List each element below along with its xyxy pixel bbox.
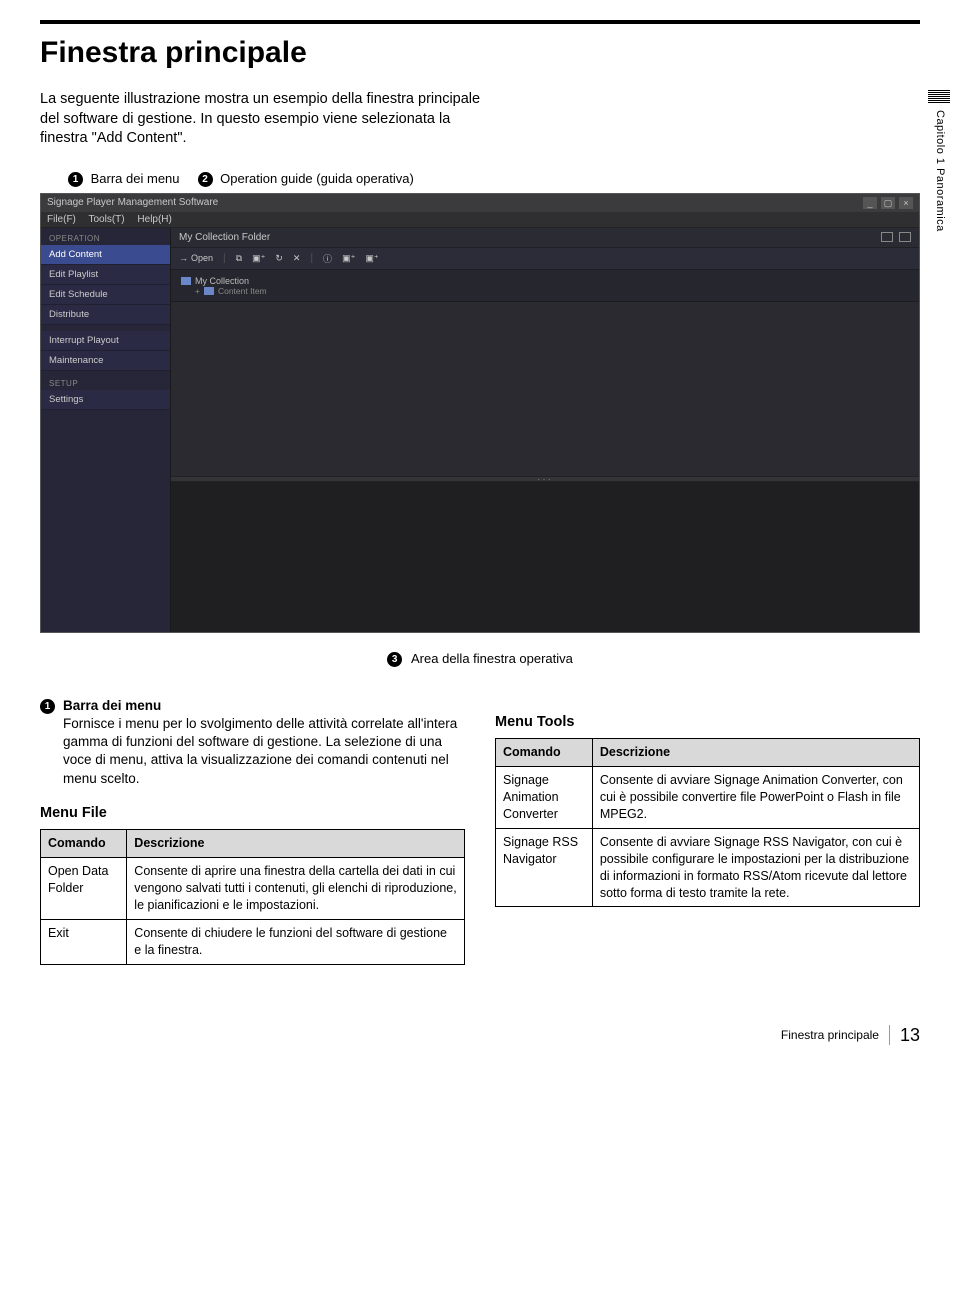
bottom-pane	[171, 482, 919, 632]
callout-3: 3 Area della finestra operativa	[40, 651, 920, 667]
cmd-cell: Signage Animation Converter	[496, 767, 593, 829]
toolbar-sep: |	[223, 253, 226, 264]
main-area: My Collection Folder → Open | ⧉ ▣⁺ ↻ ✕ |…	[171, 228, 919, 632]
right-column: Menu Tools Comando Descrizione Signage A…	[495, 697, 920, 965]
tree-child-label: Content Item	[218, 286, 267, 296]
callout-2: 2 Operation guide (guida operativa)	[198, 171, 414, 187]
sidebar-item-add-content[interactable]: Add Content	[41, 245, 170, 265]
callout-1: 1 Barra dei menu	[68, 171, 180, 187]
sidebar-item-maintenance[interactable]: Maintenance	[41, 351, 170, 371]
folder-icon	[204, 287, 214, 295]
app-window: Signage Player Management Software _ ▢ ×…	[40, 193, 920, 633]
page-footer: Finestra principale 13	[40, 1025, 920, 1046]
section-1-body: Fornisce i menu per lo svolgimento delle…	[63, 716, 457, 786]
table-row: Signage RSS Navigator Consente di avviar…	[496, 828, 920, 907]
toolbar-sep2: |	[310, 253, 313, 264]
toolbar-icon-b[interactable]: ▣⁺	[365, 253, 378, 264]
table-row: Exit Consente di chiudere le funzioni de…	[41, 919, 465, 964]
chapter-side-label: Capitolo 1 Panoramica	[934, 110, 946, 232]
page-title: Finestra principale	[40, 36, 920, 70]
callout-2-marker: 2	[198, 172, 213, 187]
cmd-cell: Signage RSS Navigator	[496, 828, 593, 907]
callouts-top: 1 Barra dei menu 2 Operation guide (guid…	[40, 171, 920, 187]
titlebar: Signage Player Management Software _ ▢ ×	[41, 194, 919, 212]
content-area	[171, 302, 919, 476]
view-icons	[881, 232, 911, 242]
sidebar-item-edit-playlist[interactable]: Edit Playlist	[41, 265, 170, 285]
col-descrizione: Descrizione	[127, 830, 465, 858]
folder-icon	[181, 277, 191, 285]
tree-root-label: My Collection	[195, 276, 249, 286]
minimize-button[interactable]: _	[863, 197, 877, 209]
table-row: Open Data Folder Consente di aprire una …	[41, 858, 465, 920]
table-header-row: Comando Descrizione	[41, 830, 465, 858]
sidebar-header-operation: OPERATION	[41, 232, 170, 245]
toolbar-open-label: Open	[191, 253, 213, 263]
desc-cell: Consente di chiudere le funzioni del sof…	[127, 919, 465, 964]
intro-paragraph: La seguente illustrazione mostra un esem…	[40, 90, 500, 149]
menu-file-heading: Menu File	[40, 804, 465, 824]
footer-divider	[889, 1025, 890, 1045]
sidebar: OPERATION Add Content Edit Playlist Edit…	[41, 228, 171, 632]
window-buttons: _ ▢ ×	[863, 197, 913, 209]
section-1: 1 Barra dei menu Fornisce i menu per lo …	[40, 697, 465, 788]
left-column: 1 Barra dei menu Fornisce i menu per lo …	[40, 697, 465, 965]
col-comando: Comando	[496, 739, 593, 767]
toolbar-open[interactable]: → Open	[179, 253, 213, 263]
desc-cell: Consente di aprire una finestra della ca…	[127, 858, 465, 920]
toolbar-new-folder-icon[interactable]: ▣⁺	[252, 253, 265, 264]
table-header-row: Comando Descrizione	[496, 739, 920, 767]
section-1-heading: Barra dei menu	[63, 698, 161, 713]
app-body: OPERATION Add Content Edit Playlist Edit…	[41, 228, 919, 632]
cmd-cell: Open Data Folder	[41, 858, 127, 920]
callout-3-marker: 3	[387, 652, 402, 667]
callout-1-label: Barra dei menu	[91, 171, 180, 186]
app-title: Signage Player Management Software	[47, 197, 218, 208]
split-bar[interactable]	[171, 476, 919, 482]
page-number: 13	[900, 1025, 920, 1046]
toolbar: → Open | ⧉ ▣⁺ ↻ ✕ | ⓘ ▣⁺ ▣⁺	[171, 248, 919, 270]
tree-root[interactable]: My Collection	[181, 276, 909, 286]
figure: 1 Barra dei menu 2 Operation guide (guid…	[40, 171, 920, 667]
footer-title: Finestra principale	[781, 1028, 879, 1042]
folder-tree: My Collection + Content Item	[171, 270, 919, 302]
toolbar-icon-a[interactable]: ▣⁺	[342, 253, 355, 264]
close-button[interactable]: ×	[899, 197, 913, 209]
toolbar-delete-icon[interactable]: ✕	[293, 253, 301, 264]
toolbar-info-icon[interactable]: ⓘ	[323, 252, 332, 265]
list-view-icon[interactable]	[899, 232, 911, 242]
grid-view-icon[interactable]	[881, 232, 893, 242]
sidebar-item-interrupt[interactable]: Interrupt Playout	[41, 331, 170, 351]
crop-marks	[928, 90, 950, 104]
maximize-button[interactable]: ▢	[881, 197, 895, 209]
menu-help[interactable]: Help(H)	[137, 214, 171, 225]
top-rule	[40, 20, 920, 24]
tree-child[interactable]: + Content Item	[195, 286, 909, 296]
section-1-marker: 1	[40, 699, 55, 714]
body-columns: 1 Barra dei menu Fornisce i menu per lo …	[40, 697, 920, 965]
main-header: My Collection Folder	[171, 228, 919, 248]
sidebar-item-settings[interactable]: Settings	[41, 390, 170, 410]
main-header-title: My Collection Folder	[179, 232, 270, 243]
toolbar-icon-1[interactable]: ⧉	[236, 253, 242, 264]
menubar: File(F) Tools(T) Help(H)	[41, 212, 919, 228]
callout-2-label: Operation guide (guida operativa)	[220, 171, 414, 186]
menu-file-table: Comando Descrizione Open Data Folder Con…	[40, 829, 465, 964]
callout-1-marker: 1	[68, 172, 83, 187]
menu-tools-heading: Menu Tools	[495, 713, 920, 733]
menu-tools-table: Comando Descrizione Signage Animation Co…	[495, 738, 920, 907]
menu-file[interactable]: File(F)	[47, 214, 76, 225]
table-row: Signage Animation Converter Consente di …	[496, 767, 920, 829]
cmd-cell: Exit	[41, 919, 127, 964]
desc-cell: Consente di avviare Signage Animation Co…	[592, 767, 919, 829]
col-descrizione: Descrizione	[592, 739, 919, 767]
callout-3-label: Area della finestra operativa	[411, 651, 573, 666]
sidebar-item-distribute[interactable]: Distribute	[41, 305, 170, 325]
toolbar-refresh-icon[interactable]: ↻	[275, 253, 283, 264]
sidebar-header-setup: SETUP	[41, 377, 170, 390]
desc-cell: Consente di avviare Signage RSS Navigato…	[592, 828, 919, 907]
menu-tools[interactable]: Tools(T)	[89, 214, 125, 225]
col-comando: Comando	[41, 830, 127, 858]
sidebar-item-edit-schedule[interactable]: Edit Schedule	[41, 285, 170, 305]
